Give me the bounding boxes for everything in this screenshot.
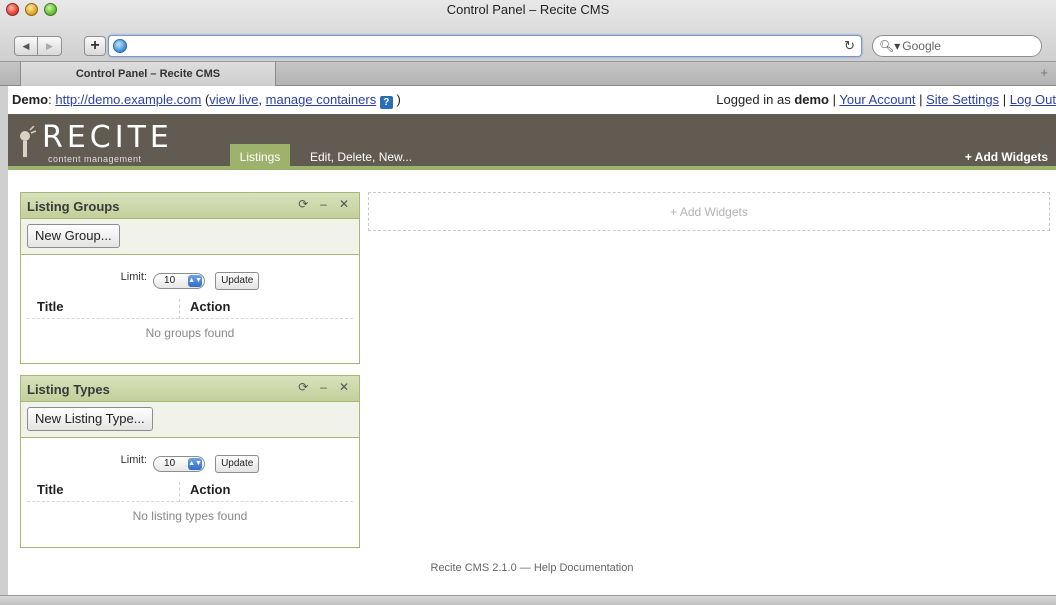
widget-listing-groups: Listing Groups ⟳ – ✕ New Group... Limit:… xyxy=(20,192,360,364)
back-button[interactable]: ◀ xyxy=(14,36,38,56)
recite-logo[interactable]: RECITE content management xyxy=(14,120,214,166)
address-bar[interactable]: ↻ xyxy=(108,35,862,57)
widget-header[interactable]: Listing Groups ⟳ – ✕ xyxy=(21,193,359,219)
limit-row: Limit: 10 ▲▼ Update xyxy=(21,255,359,295)
column-title: Title xyxy=(37,482,64,497)
widget-controls: ⟳ – ✕ xyxy=(298,197,349,211)
limit-row: Limit: 10 ▲▼ Update xyxy=(21,438,359,478)
table-header: Title Action xyxy=(27,295,353,319)
view-live-link[interactable]: view live xyxy=(209,92,258,107)
update-button[interactable]: Update xyxy=(215,455,260,473)
add-widgets-button[interactable]: + Add Widgets xyxy=(965,144,1048,170)
column-title: Title xyxy=(37,299,64,314)
search-field[interactable]: 🔍︎▾ Google xyxy=(872,35,1042,57)
tab-strip: Control Panel – Recite CMS + xyxy=(0,62,1056,86)
logged-in-label: Logged in as xyxy=(716,92,795,107)
close-icon[interactable]: ✕ xyxy=(339,380,349,394)
tab-listings[interactable]: Listings xyxy=(230,144,290,170)
select-arrows-icon: ▲▼ xyxy=(188,458,203,470)
empty-message: No groups found xyxy=(145,326,235,340)
new-listing-type-button[interactable]: New Listing Type... xyxy=(27,407,153,431)
limit-label: Limit: xyxy=(120,454,147,466)
search-placeholder: Google xyxy=(902,39,941,53)
minimize-icon[interactable]: – xyxy=(320,380,327,394)
limit-value: 10 xyxy=(164,275,176,286)
close-icon[interactable]: ✕ xyxy=(339,197,349,211)
logo-subtitle: content management xyxy=(48,154,142,164)
logo-wordmark: RECITE xyxy=(42,120,173,155)
add-widgets-dropzone[interactable]: + Add Widgets xyxy=(368,192,1050,231)
widget-title: Listing Groups xyxy=(27,199,120,214)
log-out-link[interactable]: Log Out xyxy=(1010,92,1056,107)
footer-text: Recite CMS 2.1.0 — Help Documentation xyxy=(430,562,634,574)
add-bookmark-button[interactable]: + xyxy=(84,36,106,56)
browser-titlebar: Control Panel – Recite CMS ◀ ▶ + ↻ 🔍︎▾ G… xyxy=(0,0,1056,62)
widget-toolbar: New Group... xyxy=(21,219,359,255)
demo-url-link[interactable]: http://demo.example.com xyxy=(55,92,201,107)
refresh-icon[interactable]: ⟳ xyxy=(298,197,308,211)
column-action: Action xyxy=(179,299,230,319)
page-content: Demo: http://demo.example.com (view live… xyxy=(0,86,1056,605)
demo-bar: Demo: http://demo.example.com (view live… xyxy=(8,86,1056,114)
limit-value: 10 xyxy=(164,458,176,469)
forward-button[interactable]: ▶ xyxy=(38,36,62,56)
nav-edit-delete-new[interactable]: Edit, Delete, New... xyxy=(310,144,412,170)
account-links: Logged in as demo | Your Account | Site … xyxy=(716,92,1056,107)
search-icon: 🔍︎▾ xyxy=(879,39,901,53)
widget-header[interactable]: Listing Types ⟳ – ✕ xyxy=(21,376,359,402)
tab-control-panel[interactable]: Control Panel – Recite CMS xyxy=(20,62,276,86)
logo-mark-icon xyxy=(20,126,36,157)
widget-title: Listing Types xyxy=(27,382,110,397)
minimize-icon[interactable]: – xyxy=(320,197,327,211)
widget-controls: ⟳ – ✕ xyxy=(298,380,349,394)
manage-containers-link[interactable]: manage containers xyxy=(266,92,377,107)
window-title: Control Panel – Recite CMS xyxy=(446,2,610,17)
your-account-link[interactable]: Your Account xyxy=(839,92,915,107)
select-arrows-icon: ▲▼ xyxy=(188,275,203,287)
new-tab-icon[interactable]: + xyxy=(1040,65,1048,80)
limit-select[interactable]: 10 ▲▼ xyxy=(153,456,206,472)
update-button[interactable]: Update xyxy=(215,272,260,290)
widget-toolbar: New Listing Type... xyxy=(21,402,359,438)
demo-label: Demo xyxy=(12,92,49,107)
limit-select[interactable]: 10 ▲▼ xyxy=(153,273,206,289)
new-group-button[interactable]: New Group... xyxy=(27,224,120,248)
app-header: RECITE content management Listings Edit,… xyxy=(8,114,1056,170)
widget-listing-types: Listing Types ⟳ – ✕ New Listing Type... … xyxy=(20,375,360,548)
refresh-icon[interactable]: ⟳ xyxy=(298,380,308,394)
browser-status-bar xyxy=(0,595,1056,605)
help-icon[interactable]: ? xyxy=(379,96,393,109)
column-action: Action xyxy=(179,482,230,502)
empty-message: No listing types found xyxy=(132,509,248,523)
globe-icon xyxy=(113,39,127,53)
table-header: Title Action xyxy=(27,478,353,502)
limit-label: Limit: xyxy=(120,271,147,283)
username: demo xyxy=(794,92,829,107)
reload-icon[interactable]: ↻ xyxy=(844,38,855,54)
site-settings-link[interactable]: Site Settings xyxy=(926,92,999,107)
history-nav: ◀ ▶ xyxy=(14,36,62,56)
